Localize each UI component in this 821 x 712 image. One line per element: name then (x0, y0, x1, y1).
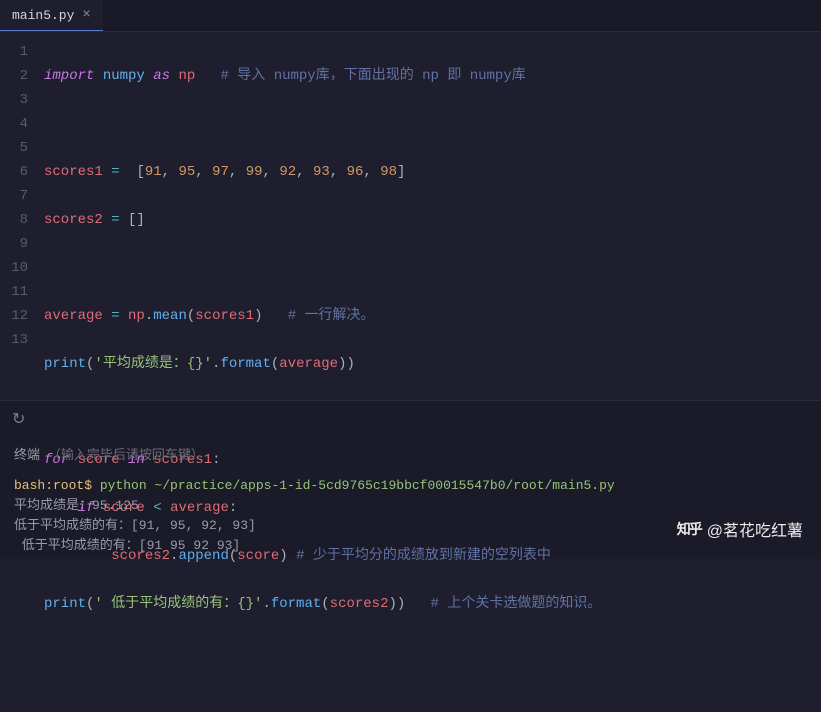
watermark: 知乎 @茗花吃红薯 (677, 517, 803, 541)
line-num: 8 (0, 208, 28, 232)
line-gutter: 1 2 3 4 5 6 7 8 9 10 11 12 13 (0, 32, 36, 400)
line-num: 5 (0, 136, 28, 160)
line-num: 11 (0, 280, 28, 304)
code-line: average = np.mean(scores1) # 一行解决。 (44, 304, 821, 328)
close-icon[interactable]: × (82, 7, 90, 23)
code-line: scores1 = [91, 95, 97, 99, 92, 93, 96, 9… (44, 160, 821, 184)
tab-filename: main5.py (12, 8, 74, 23)
refresh-icon[interactable]: ↻ (12, 409, 25, 429)
code-line: print('平均成绩是：{}'.format(average)) (44, 352, 821, 376)
tab-bar: main5.py × (0, 0, 821, 32)
line-num: 4 (0, 112, 28, 136)
line-num: 6 (0, 160, 28, 184)
watermark-text: @茗花吃红薯 (707, 517, 803, 541)
line-num: 9 (0, 232, 28, 256)
code-line (44, 400, 821, 424)
line-num: 1 (0, 40, 28, 64)
tab-main5[interactable]: main5.py × (0, 0, 103, 31)
code-line (44, 640, 821, 664)
code-line: print(' 低于平均成绩的有：{}'.format(scores2)) # … (44, 592, 821, 616)
code-line (44, 112, 821, 136)
code-line: import numpy as np # 导入 numpy库，下面出现的 np … (44, 64, 821, 88)
line-num: 12 (0, 304, 28, 328)
line-num: 10 (0, 256, 28, 280)
line-num: 13 (0, 328, 28, 352)
line-num: 3 (0, 88, 28, 112)
code-area[interactable]: import numpy as np # 导入 numpy库，下面出现的 np … (36, 32, 821, 400)
code-editor: 1 2 3 4 5 6 7 8 9 10 11 12 13 import num… (0, 32, 821, 400)
zhihu-icon: 知乎 (677, 519, 701, 539)
code-line: scores2 = [] (44, 208, 821, 232)
line-num: 2 (0, 64, 28, 88)
line-num: 7 (0, 184, 28, 208)
code-line (44, 256, 821, 280)
